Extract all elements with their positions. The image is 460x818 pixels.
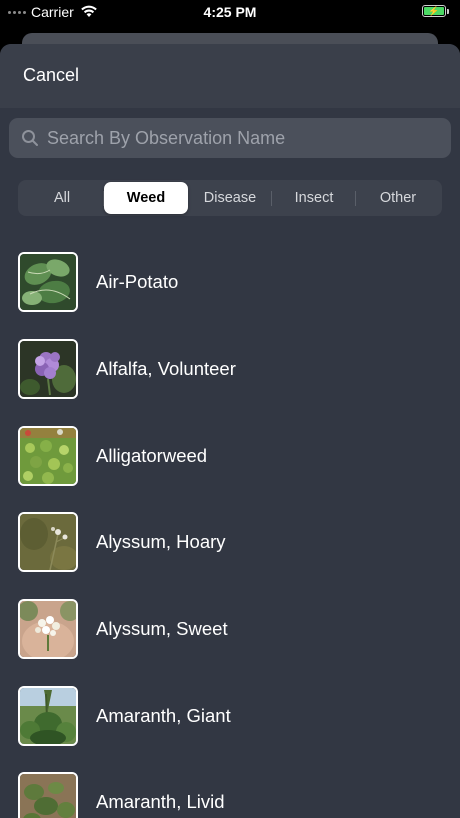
filter-all[interactable]: All — [20, 182, 104, 214]
white-flower-stem-thumbnail — [18, 512, 78, 573]
battery-tip — [447, 9, 449, 14]
list-item[interactable]: Alfalfa, Volunteer — [0, 326, 460, 413]
charging-bolt-icon: ⚡ — [428, 5, 440, 16]
search-input[interactable] — [39, 118, 451, 158]
observation-list: Air-Potato Alfalfa, Volunteer Alligatorw… — [0, 239, 460, 818]
filter-weed[interactable]: Weed — [104, 182, 188, 214]
list-item[interactable]: Alligatorweed — [0, 412, 460, 499]
clock-time: 4:25 PM — [203, 4, 257, 20]
search-bar — [9, 118, 451, 158]
list-item[interactable]: Amaranth, Livid — [0, 759, 460, 818]
filter-insect[interactable]: Insect — [272, 182, 356, 214]
purple-flower-thumbnail — [18, 339, 78, 400]
white-flower-cluster-thumbnail — [18, 599, 78, 660]
observation-picker-sheet: Cancel All Weed Disease Insect Other — [0, 44, 460, 818]
list-item[interactable]: Air-Potato — [0, 239, 460, 326]
observation-name: Alyssum, Hoary — [96, 531, 226, 553]
list-item[interactable]: Amaranth, Giant — [0, 672, 460, 759]
filter-disease[interactable]: Disease — [188, 182, 272, 214]
cancel-button[interactable]: Cancel — [23, 65, 79, 86]
green-mat-thumbnail — [18, 425, 78, 486]
tall-plant-field-thumbnail — [18, 685, 78, 746]
sheet-header: Cancel — [0, 44, 460, 108]
observation-name: Amaranth, Giant — [96, 704, 231, 726]
leafy-vine-thumbnail — [18, 252, 78, 313]
list-item[interactable]: Alyssum, Sweet — [0, 586, 460, 673]
observation-name: Air-Potato — [96, 271, 179, 293]
status-bar: Carrier 4:25 PM ⚡ — [0, 0, 460, 26]
filter-other[interactable]: Other — [356, 182, 440, 214]
observation-name: Alfalfa, Volunteer — [96, 358, 236, 380]
list-item[interactable]: Alyssum, Hoary — [0, 499, 460, 586]
observation-name: Amaranth, Livid — [96, 791, 225, 813]
battery-icon: ⚡ — [422, 5, 446, 17]
category-segmented-control: All Weed Disease Insect Other — [18, 180, 442, 216]
observation-name: Alyssum, Sweet — [96, 618, 228, 640]
observation-name: Alligatorweed — [96, 444, 208, 466]
search-icon — [22, 130, 38, 146]
ground-weed-thumbnail — [18, 772, 78, 818]
